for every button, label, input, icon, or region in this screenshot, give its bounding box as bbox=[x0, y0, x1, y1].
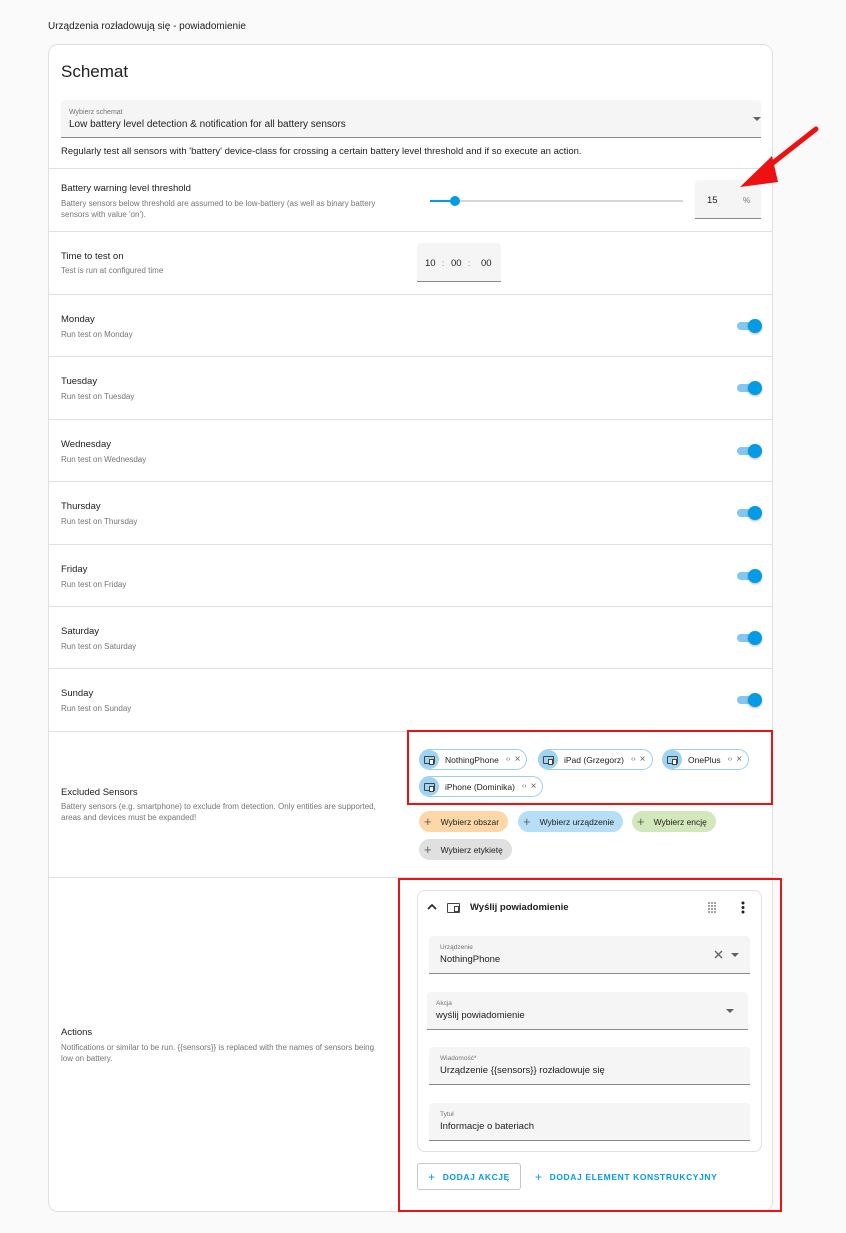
monday-toggle[interactable] bbox=[737, 318, 762, 334]
time-sep-2: : bbox=[468, 259, 471, 268]
excluded-desc-2: areas and devices must be expanded! bbox=[61, 813, 197, 822]
blueprint-description: Regularly test all sensors with 'battery… bbox=[61, 146, 582, 157]
actions-desc-2: low on battery. bbox=[61, 1054, 113, 1063]
day-row-sunday: Sunday Run test on Sunday bbox=[49, 668, 772, 731]
plus-icon: + bbox=[424, 814, 432, 829]
day-desc: Run test on Thursday bbox=[61, 517, 138, 526]
blueprint-select-label: Wybierz schemat bbox=[69, 109, 123, 116]
day-title: Tuesday bbox=[61, 376, 98, 387]
day-desc: Run test on Saturday bbox=[61, 642, 137, 651]
day-row-tuesday: Tuesday Run test on Tuesday bbox=[49, 356, 772, 419]
day-title: Friday bbox=[61, 564, 88, 575]
sunday-toggle[interactable] bbox=[737, 692, 762, 708]
threshold-desc: Battery sensors below threshold are assu… bbox=[61, 199, 376, 208]
time-minutes[interactable]: 00 bbox=[451, 258, 462, 269]
annotation-box-actions bbox=[398, 878, 782, 1212]
time-row: Time to test on Test is run at configure… bbox=[49, 231, 772, 294]
threshold-value: 15 bbox=[707, 195, 718, 206]
time-title: Time to test on bbox=[61, 251, 124, 262]
pick-label-label: Wybierz etykietę bbox=[440, 844, 503, 855]
plus-icon: + bbox=[424, 842, 432, 857]
blueprint-select-value: Low battery level detection & notificati… bbox=[69, 119, 346, 130]
day-row-saturday: Saturday Run test on Saturday bbox=[49, 606, 772, 668]
day-row-friday: Friday Run test on Friday bbox=[49, 544, 772, 606]
day-desc: Run test on Tuesday bbox=[61, 392, 135, 401]
plus-icon: + bbox=[523, 814, 531, 829]
wednesday-toggle[interactable] bbox=[737, 443, 762, 459]
time-desc: Test is run at configured time bbox=[61, 266, 164, 275]
card-title: Schemat bbox=[61, 62, 129, 81]
threshold-row: Battery warning level threshold Battery … bbox=[49, 168, 772, 231]
excluded-desc: Battery sensors (e.g. smartphone) to exc… bbox=[61, 802, 376, 811]
pick-area-button[interactable]: + Wybierz obszar bbox=[419, 811, 509, 832]
threshold-desc-2: sensors with value 'on'). bbox=[61, 210, 146, 219]
friday-toggle[interactable] bbox=[737, 568, 762, 584]
day-desc: Run test on Friday bbox=[61, 580, 127, 589]
day-row-wednesday: Wednesday Run test on Wednesday bbox=[49, 419, 772, 481]
plus-icon: + bbox=[637, 814, 645, 829]
pick-entity-button[interactable]: + Wybierz encję bbox=[632, 811, 716, 832]
actions-title: Actions bbox=[61, 1027, 93, 1038]
annotation-box-excluded bbox=[407, 730, 773, 805]
threshold-title: Battery warning level threshold bbox=[61, 183, 191, 194]
slider-thumb[interactable] bbox=[450, 196, 460, 206]
page-title: Urządzenia rozładowują się - powiadomien… bbox=[48, 21, 246, 32]
time-sep-1: : bbox=[442, 259, 445, 268]
day-title: Sunday bbox=[61, 688, 94, 699]
tuesday-toggle[interactable] bbox=[737, 380, 762, 396]
day-row-thursday: Thursday Run test on Thursday bbox=[49, 481, 772, 544]
day-row-monday: Monday Run test on Monday bbox=[49, 294, 772, 356]
pick-area-label: Wybierz obszar bbox=[440, 816, 500, 827]
thursday-toggle[interactable] bbox=[737, 505, 762, 521]
pick-device-button[interactable]: + Wybierz urządzenie bbox=[518, 811, 624, 832]
pick-device-label: Wybierz urządzenie bbox=[539, 816, 615, 827]
blueprint-select[interactable]: Wybierz schemat Low battery level detect… bbox=[61, 100, 761, 138]
annotation-arrow-icon bbox=[740, 126, 819, 187]
day-title: Monday bbox=[61, 314, 95, 325]
pick-entity-label: Wybierz encję bbox=[653, 816, 707, 827]
day-title: Wednesday bbox=[61, 439, 111, 450]
day-title: Thursday bbox=[61, 501, 101, 512]
day-title: Saturday bbox=[61, 626, 100, 637]
day-desc: Run test on Monday bbox=[61, 330, 133, 339]
time-hours[interactable]: 10 bbox=[425, 258, 436, 269]
pick-label-button[interactable]: + Wybierz etykietę bbox=[419, 839, 512, 860]
saturday-toggle[interactable] bbox=[737, 630, 762, 646]
excluded-title: Excluded Sensors bbox=[61, 787, 138, 798]
time-seconds[interactable]: 00 bbox=[481, 258, 492, 269]
threshold-slider[interactable] bbox=[430, 196, 683, 206]
day-desc: Run test on Sunday bbox=[61, 704, 132, 713]
time-input[interactable]: 10 : 00 : 00 bbox=[417, 243, 501, 282]
actions-desc: Notifications or similar to be run. {{se… bbox=[61, 1043, 375, 1052]
day-desc: Run test on Wednesday bbox=[61, 455, 147, 464]
